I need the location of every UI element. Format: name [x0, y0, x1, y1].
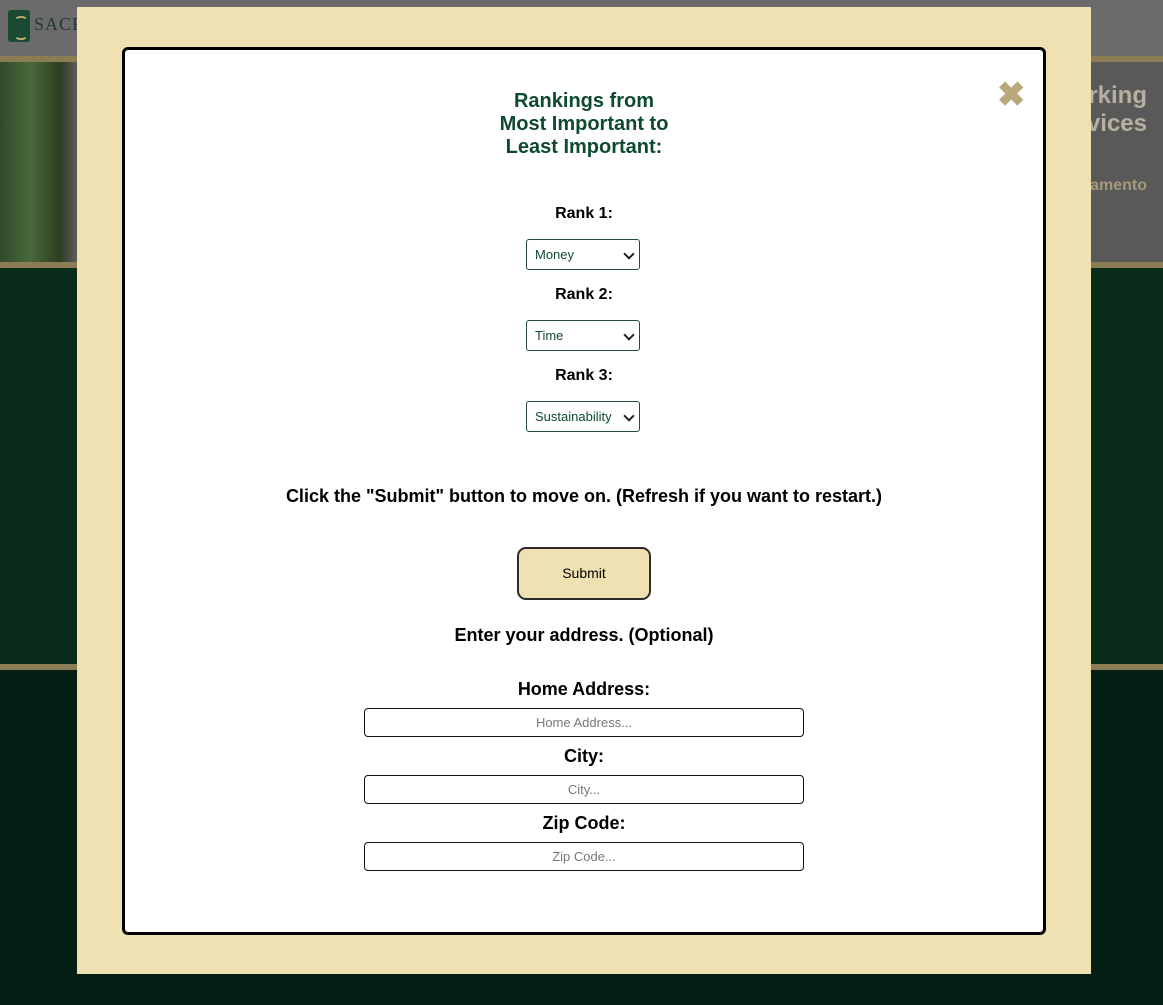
modal-title: Rankings from Most Important to Least Im… [125, 90, 1043, 159]
chevron-down-icon [623, 410, 635, 422]
city-label: City: [564, 746, 604, 766]
logo-icon[interactable] [8, 10, 30, 42]
zip-code-label: Zip Code: [542, 813, 626, 833]
rankings-modal: ✖ Rankings from Most Important to Least … [122, 47, 1046, 935]
rank-2-value: Time [535, 328, 564, 343]
home-address-input[interactable] [364, 708, 804, 737]
rank-2-label: Rank 2: [555, 286, 613, 303]
home-address-label: Home Address: [517, 679, 651, 699]
title-line: Most Important to [499, 113, 669, 135]
hero-subtitle: amento [1090, 177, 1147, 194]
zip-code-input[interactable] [364, 842, 804, 871]
title-line: Rankings from [513, 90, 655, 112]
chevron-down-icon [623, 248, 635, 260]
modal-overlay: ✖ Rankings from Most Important to Least … [77, 7, 1091, 974]
instruction-text: Click the "Submit" button to move on. (R… [285, 486, 883, 506]
rank-1-label: Rank 1: [555, 205, 613, 222]
hero-title-line1: rking [1088, 82, 1147, 109]
submit-button[interactable]: Submit [517, 547, 651, 600]
rank-1-value: Money [535, 247, 575, 262]
rank-3-label: Rank 3: [555, 367, 613, 384]
rank-1-select[interactable]: Money [526, 239, 640, 270]
rank-2-select[interactable]: Time [526, 320, 640, 351]
hero-title-line2: vices [1086, 110, 1147, 137]
title-line: Least Important: [505, 136, 663, 158]
city-input[interactable] [364, 775, 804, 804]
rank-3-value: Sustainability [535, 409, 612, 424]
rank-3-select[interactable]: Sustainability [526, 401, 640, 432]
chevron-down-icon [623, 329, 635, 341]
address-heading: Enter your address. (Optional) [454, 625, 714, 645]
